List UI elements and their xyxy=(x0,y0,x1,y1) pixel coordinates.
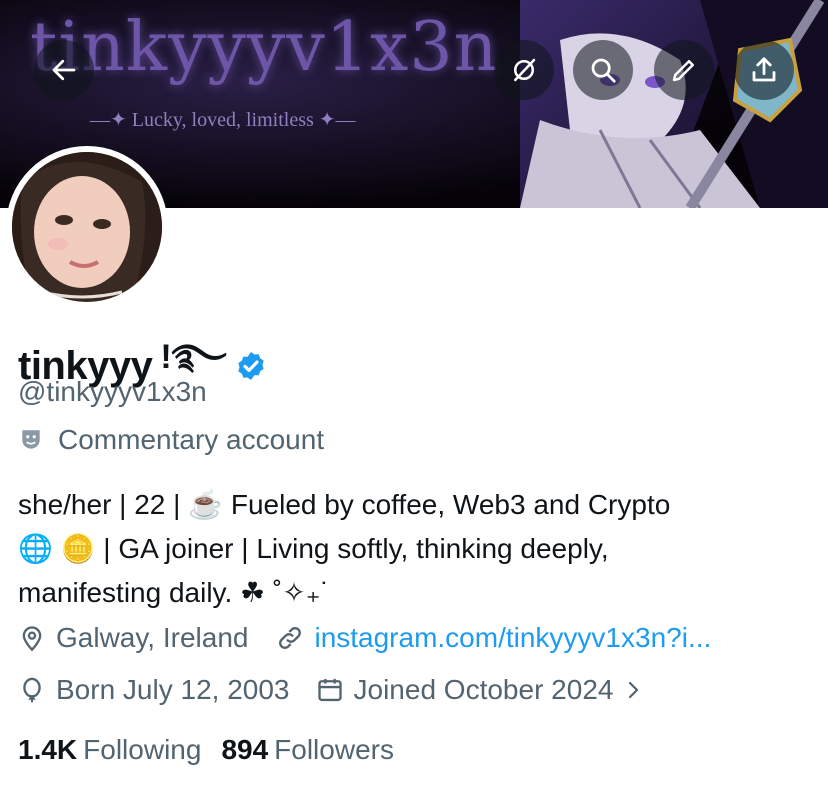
following-count: 1.4K xyxy=(18,734,78,765)
banner-subtitle: —✦ Lucky, loved, limitless ✦— xyxy=(90,109,356,131)
followers-count: 894 xyxy=(221,734,269,765)
calendar-icon xyxy=(317,678,342,702)
meta-row-location-link: Galway, Ireland instagram.com/tinkyyyv1x… xyxy=(18,622,711,654)
location-text: Galway, Ireland xyxy=(56,622,249,653)
bio: she/her | 22 | ☕ Fueled by coffee, Web3 … xyxy=(18,483,808,615)
avatar-photo xyxy=(12,152,162,302)
chevron-right-icon xyxy=(629,681,639,699)
edit-button[interactable] xyxy=(654,40,714,100)
website[interactable]: instagram.com/tinkyyyv1x3n?i... xyxy=(276,622,711,654)
followers-stat[interactable]: 894 Followers xyxy=(221,734,394,766)
link-icon xyxy=(279,627,302,649)
theater-masks-icon xyxy=(22,430,40,449)
bio-line: she/her | 22 | ☕ Fueled by coffee, Web3 … xyxy=(18,489,671,520)
search-button[interactable] xyxy=(573,40,633,100)
category-label: Commentary account xyxy=(58,424,325,455)
joined-date[interactable]: Joined October 2024 xyxy=(316,674,646,706)
share-button[interactable] xyxy=(734,40,794,100)
bio-line: 🌐 🪙 | GA joiner | Living softly, thinkin… xyxy=(18,533,609,564)
location: Galway, Ireland xyxy=(18,622,248,654)
verified-badge-icon[interactable] xyxy=(235,350,267,382)
avatar[interactable] xyxy=(12,152,162,302)
follow-stats: 1.4K Following 894 Followers xyxy=(18,734,394,766)
followers-label: Followers xyxy=(274,734,394,765)
grok-button[interactable] xyxy=(494,40,554,100)
location-pin-icon xyxy=(22,626,42,652)
joined-text: Joined October 2024 xyxy=(353,674,614,705)
profile-category: Commentary account xyxy=(18,424,324,456)
search-icon xyxy=(591,58,616,83)
pencil-icon xyxy=(672,60,694,82)
bio-line: manifesting daily. ☘ ˚✧₊˙ xyxy=(18,577,330,608)
following-label: Following xyxy=(83,734,202,765)
birthday: Born July 12, 2003 xyxy=(18,674,290,706)
back-button[interactable] xyxy=(34,40,94,100)
birthday-text: Born July 12, 2003 xyxy=(56,674,290,705)
balloon-icon xyxy=(23,677,41,703)
meta-row-dates: Born July 12, 2003 Joined October 2024 xyxy=(18,674,645,706)
handle: @tinkyyyv1x3n xyxy=(18,376,207,407)
website-link[interactable]: instagram.com/tinkyyyv1x3n?i... xyxy=(314,622,711,654)
banner-title: tinkyyyv1x3n xyxy=(30,8,499,87)
back-arrow-icon xyxy=(52,59,76,81)
grok-icon xyxy=(514,58,536,82)
following-stat[interactable]: 1.4K Following xyxy=(18,734,201,766)
share-icon xyxy=(752,57,776,82)
